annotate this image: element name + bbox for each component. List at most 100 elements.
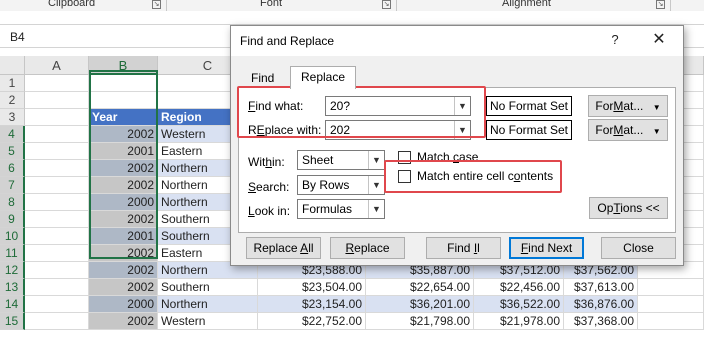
find-what-input[interactable]: 20? ▼: [325, 96, 471, 116]
row-header[interactable]: 6: [0, 160, 25, 177]
replace-all-post: ll: [308, 241, 314, 255]
region-cell[interactable]: Northern: [158, 296, 258, 313]
table-header-year[interactable]: Year: [89, 109, 158, 126]
replace-all-button[interactable]: Replace All: [246, 237, 321, 259]
sales-cell[interactable]: $23,504.00: [258, 279, 366, 296]
sheet-cell[interactable]: [25, 211, 89, 228]
sales-cell[interactable]: $21,978.00: [474, 313, 564, 330]
year-cell[interactable]: 2002: [89, 262, 158, 279]
sales-cell[interactable]: $37,368.00: [564, 313, 638, 330]
search-label-text: earch:: [256, 180, 290, 194]
sheet-cell[interactable]: [25, 313, 89, 330]
sheet-cell[interactable]: [25, 262, 89, 279]
sheet-cell[interactable]: [638, 296, 704, 313]
row-header[interactable]: 11: [0, 245, 25, 262]
row-header[interactable]: 4: [0, 126, 25, 143]
sheet-cell[interactable]: [25, 160, 89, 177]
chevron-down-icon[interactable]: ▼: [454, 121, 470, 139]
find-all-button[interactable]: Find Il: [426, 237, 501, 259]
sheet-cell[interactable]: [25, 245, 89, 262]
sheet-cell[interactable]: [25, 279, 89, 296]
sales-cell[interactable]: $21,798.00: [366, 313, 474, 330]
chevron-down-icon[interactable]: ▼: [368, 200, 384, 218]
dialog-titlebar[interactable]: Find and Replace ? ✕: [231, 26, 683, 56]
year-cell[interactable]: 2002: [89, 126, 158, 143]
tab-find-label: Find: [251, 71, 275, 85]
sales-cell[interactable]: $37,613.00: [564, 279, 638, 296]
chevron-down-icon[interactable]: ▼: [368, 176, 384, 194]
sales-cell[interactable]: $36,876.00: [564, 296, 638, 313]
year-cell[interactable]: 2000: [89, 296, 158, 313]
close-button[interactable]: Close: [601, 237, 676, 259]
tab-replace[interactable]: Replace: [290, 66, 357, 89]
year-cell[interactable]: 2002: [89, 160, 158, 177]
row-header[interactable]: 1: [0, 75, 25, 92]
find-next-button[interactable]: Find Next: [509, 237, 584, 259]
options-toggle-button[interactable]: OpTions <<: [589, 197, 668, 219]
sheet-cell[interactable]: [25, 109, 89, 126]
sheet-cell[interactable]: [25, 92, 89, 109]
year-cell[interactable]: 2001: [89, 143, 158, 160]
find-format-button[interactable]: ForMat... ▼: [588, 95, 668, 117]
sheet-cell[interactable]: [638, 313, 704, 330]
sales-cell[interactable]: $22,456.00: [474, 279, 564, 296]
sheet-cell[interactable]: [25, 143, 89, 160]
row-header[interactable]: 5: [0, 143, 25, 160]
year-cell[interactable]: 2001: [89, 228, 158, 245]
match-case-checkbox[interactable]: [398, 151, 411, 164]
row-header[interactable]: 10: [0, 228, 25, 245]
clipboard-launcher-icon[interactable]: ↘: [152, 0, 161, 9]
sheet-cell[interactable]: [638, 279, 704, 296]
row-header[interactable]: 8: [0, 194, 25, 211]
replace-format-button[interactable]: ForMat... ▼: [588, 119, 668, 141]
sheet-cell[interactable]: [25, 177, 89, 194]
row-header[interactable]: 12: [0, 262, 25, 279]
font-launcher-icon[interactable]: ↘: [382, 0, 391, 9]
search-select[interactable]: By Rows ▼: [297, 175, 385, 195]
replace-button[interactable]: Replace: [330, 237, 405, 259]
look-in-select[interactable]: Formulas ▼: [297, 199, 385, 219]
row-header[interactable]: 3: [0, 109, 25, 126]
row-header[interactable]: 9: [0, 211, 25, 228]
sheet-cell[interactable]: [89, 75, 158, 92]
select-all-corner[interactable]: [0, 56, 25, 75]
close-icon[interactable]: ✕: [649, 31, 669, 51]
row-header[interactable]: 15: [0, 313, 25, 330]
row-header[interactable]: 2: [0, 92, 25, 109]
year-cell[interactable]: 2002: [89, 279, 158, 296]
alignment-launcher-icon[interactable]: ↘: [656, 0, 665, 9]
sales-cell[interactable]: $22,752.00: [258, 313, 366, 330]
sheet-cell[interactable]: [25, 228, 89, 245]
year-cell[interactable]: 2002: [89, 313, 158, 330]
chevron-down-icon[interactable]: ▼: [454, 97, 470, 115]
column-header-a[interactable]: A: [25, 56, 89, 75]
format-label-accel: M: [613, 99, 624, 113]
region-cell[interactable]: Western: [158, 313, 258, 330]
year-cell[interactable]: 2002: [89, 177, 158, 194]
region-cell[interactable]: Southern: [158, 279, 258, 296]
year-cell[interactable]: 2002: [89, 211, 158, 228]
sales-cell[interactable]: $36,201.00: [366, 296, 474, 313]
match-entire-cell-checkbox[interactable]: [398, 170, 411, 183]
tab-find[interactable]: Find: [241, 69, 284, 88]
row-header[interactable]: 13: [0, 279, 25, 296]
look-in-label-text: ook in:: [254, 204, 291, 218]
sales-cell[interactable]: $22,654.00: [366, 279, 474, 296]
chevron-down-icon[interactable]: ▼: [368, 151, 384, 169]
replace-with-input[interactable]: 202 ▼: [325, 120, 471, 140]
row-header[interactable]: 7: [0, 177, 25, 194]
column-header-b[interactable]: B: [89, 56, 158, 75]
help-icon[interactable]: ?: [607, 32, 623, 48]
sheet-cell[interactable]: [89, 92, 158, 109]
name-box[interactable]: B4: [4, 28, 184, 46]
sheet-cell[interactable]: [25, 126, 89, 143]
within-select[interactable]: Sheet ▼: [297, 150, 385, 170]
sheet-cell[interactable]: [25, 194, 89, 211]
sheet-cell[interactable]: [25, 296, 89, 313]
sales-cell[interactable]: $36,522.00: [474, 296, 564, 313]
year-cell[interactable]: 2000: [89, 194, 158, 211]
year-cell[interactable]: 2002: [89, 245, 158, 262]
sheet-cell[interactable]: [25, 75, 89, 92]
row-header[interactable]: 14: [0, 296, 25, 313]
sales-cell[interactable]: $23,154.00: [258, 296, 366, 313]
